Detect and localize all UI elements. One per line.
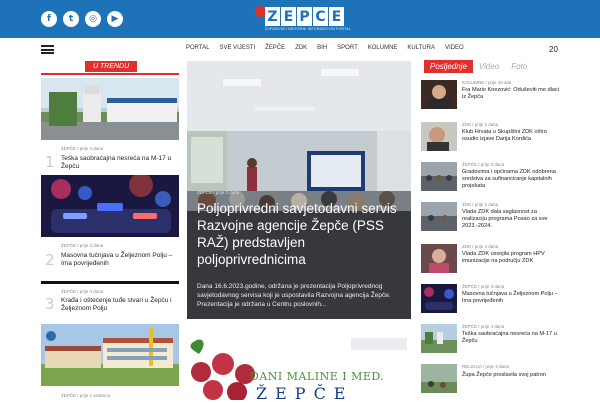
sidebar-title[interactable]: Vlada ZDK usvojila program HPV imunizaci… [462,251,562,265]
tab-foto[interactable]: Foto [505,60,533,73]
sidebar-title[interactable]: Vlada ZDK dala saglasnost za realizaciju… [462,209,562,230]
banner-line-1: DANI MALINE I MED. [250,370,385,383]
trending-title[interactable]: Teška saobraćajna nesreća na M-17 u Žepč… [61,155,179,171]
logo-letter: E [329,7,344,26]
sidebar-thumb-7[interactable] [421,324,457,353]
sidebar-meta: ŽEPČE / prije 3 dana [462,284,505,289]
trending-meta: ŽEPČE / prije 4 dana [61,289,104,294]
sidebar-title[interactable]: Fra Mario Knezović: Oduševiti me dlaci i… [462,87,562,101]
instagram-icon[interactable]: ◎ [85,11,101,27]
menu-item-bih[interactable]: BIH [312,45,332,51]
trending-image-4[interactable] [41,324,179,386]
site-logo[interactable]: Z E P C E ŽUPANIJSKI NEOVISNI INFORMATIV… [255,6,351,34]
section-divider [41,281,179,284]
sidebar-meta: ZDK / prije 3 dana [462,244,499,249]
logo-letter: C [313,7,328,26]
hero-meta: ŽEPČE / prije 3 dana [197,190,240,195]
sidebar-meta: ŽEPČE / prije 3 dana [462,162,505,167]
hero-title[interactable]: Poljoprivredni savjetodavni servis Razvo… [197,200,409,268]
hero-excerpt: Dana 16.6.2023.godine, održana je prezen… [197,283,391,308]
sidebar-thumb-4[interactable] [421,202,457,231]
sidebar-title[interactable]: Teška saobraćajna nesreća na M-17 u Žepč… [462,331,562,345]
youtube-icon[interactable]: ▶ [107,11,123,27]
sidebar-thumb-6[interactable] [421,284,457,313]
sidebar-title[interactable]: Župa Žepče proslavila svoj patron [462,372,562,379]
trending-meta: ŽEPČE / prije 3 dana [61,243,104,248]
sidebar-thumb-2[interactable] [421,122,457,151]
sidebar-thumb-1[interactable] [421,80,457,109]
trending-number: 2 [45,251,55,269]
sidebar-meta: ZDK / prije 3 dana [462,202,499,207]
sidebar-thumb-3[interactable] [421,162,457,191]
hamburger-menu-icon[interactable] [41,45,54,54]
tab-count: 20 [549,45,558,54]
sidebar-title[interactable]: Klub Hrvata u Skupštini ZDK oštro osudio… [462,129,562,143]
logo-letter: Z [265,7,280,26]
trending-label: U TRENDU [85,61,138,72]
menu-item-video[interactable]: VIDEO [440,45,469,51]
trending-number: 1 [45,153,55,171]
menu-bar: PORTAL SVE VIJESTI ŽEPČE ZDK BIH SPORT K… [181,45,469,51]
social-links: f t ◎ ▶ [41,11,123,27]
trending-number: 3 [45,295,55,313]
sidebar-tabs: Posljednje Video Foto [424,59,558,74]
menu-item-sve-vijesti[interactable]: SVE VIJESTI [214,45,260,51]
trending-meta: ŽEPČE / prije 1 sedmica [61,393,111,398]
trending-header: U TRENDU [41,61,179,75]
logo-letter: E [281,7,296,26]
menu-item-kolumne[interactable]: KOLUMNE [363,45,403,51]
trending-image-2[interactable] [41,175,179,237]
menu-item-kultura[interactable]: KULTURA [402,45,440,51]
sidebar-thumb-5[interactable] [421,244,457,273]
facebook-icon[interactable]: f [41,11,57,27]
menu-item-zdk[interactable]: ZDK [290,45,312,51]
trending-title[interactable]: Masovna tučnjava u Željeznom Polju – Ima… [61,252,179,268]
sidebar-meta: KOLUMNE / prije 18 sati [462,80,512,85]
tab-video[interactable]: Video [473,60,505,73]
menu-item-sport[interactable]: SPORT [332,45,363,51]
tab-posljednje[interactable]: Posljednje [424,60,473,73]
logo-letter: P [297,7,312,26]
banner-line-2: ŽEPČE [256,384,354,403]
menu-item-portal[interactable]: PORTAL [181,45,214,51]
trending-image-1[interactable] [41,78,179,140]
sidebar-meta: ZDK / prije 3 dana [462,122,499,127]
trending-meta: ŽEPČE / prije 4 dana [61,146,104,151]
sidebar-title[interactable]: Gradovima i općinama ZDK odobrena sredst… [462,169,562,190]
sidebar-thumb-8[interactable] [421,364,457,393]
trending-title[interactable]: Krađa i oštećenje tuđe stvari u Žepču i … [61,297,179,313]
menu-item-zepce[interactable]: ŽEPČE [260,45,290,51]
sidebar-meta: RELIGIJA / prije 4 dana [462,364,510,369]
twitter-icon[interactable]: t [63,11,79,27]
sidebar-meta: ŽEPČE / prije 4 dana [462,324,505,329]
sidebar-title[interactable]: Masovna tučnjava u Željeznom Polju – Ima… [462,291,562,305]
logo-tagline: ŽUPANIJSKI NEOVISNI INFORMATIVNI PORTAL [265,27,351,31]
